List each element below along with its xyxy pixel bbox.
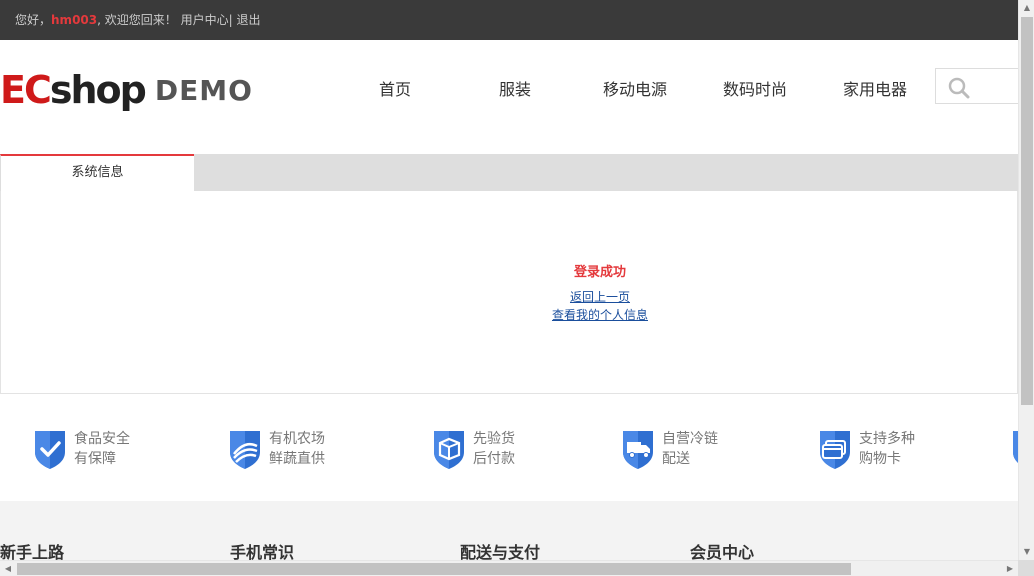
horizontal-scrollbar[interactable]: ◀ ▶	[0, 560, 1018, 576]
logout-link[interactable]: 退出	[236, 13, 260, 27]
scroll-left-icon[interactable]: ◀	[0, 561, 16, 576]
feature-cold-chain: 自营冷链 配送	[621, 428, 718, 470]
feature-line1: 自营冷链	[662, 431, 718, 447]
search-icon[interactable]	[948, 77, 970, 99]
logo-demo: DEMO	[154, 73, 253, 107]
farm-shield-icon	[230, 431, 260, 469]
feature-line2: 有保障	[74, 451, 116, 467]
username: hm003	[51, 13, 98, 27]
main-nav: 首页 服装 移动电源 数码时尚 家用电器	[335, 76, 935, 104]
profile-link[interactable]: 查看我的个人信息	[1, 306, 1034, 323]
greeting-text: 您好，	[15, 13, 52, 27]
tab-bar: 系统信息	[0, 154, 1018, 191]
nav-item-appliances[interactable]: 家用电器	[815, 76, 935, 104]
check-shield-icon	[35, 431, 65, 469]
ecshop-logo[interactable]: EC shop DEMO	[0, 68, 253, 112]
vertical-scrollbar[interactable]: ▲ ▼	[1018, 0, 1034, 560]
message-box: 登录成功 返回上一页 查看我的个人信息	[0, 191, 1018, 394]
feature-shopping-cards: 支持多种 购物卡	[818, 428, 915, 470]
feature-line1: 食品安全	[74, 431, 130, 447]
feature-line1: 先验货	[473, 431, 515, 447]
feature-line2: 配送	[662, 451, 690, 467]
footer: 新手上路 手机常识 配送与支付 会员中心	[0, 501, 1018, 562]
feature-line2: 鲜蔬直供	[269, 451, 325, 467]
scroll-right-icon[interactable]: ▶	[1002, 561, 1018, 576]
tab-system-info[interactable]: 系统信息	[0, 154, 194, 191]
feature-line1: 支持多种	[859, 431, 915, 447]
logo-ec: EC	[0, 68, 52, 112]
nav-item-digital[interactable]: 数码时尚	[695, 76, 815, 104]
nav-item-home[interactable]: 首页	[335, 76, 455, 104]
feature-partial	[1011, 428, 1018, 470]
box-shield-icon	[434, 431, 464, 469]
scroll-up-icon[interactable]: ▲	[1019, 0, 1034, 16]
card-shield-icon	[820, 431, 850, 469]
horizontal-scroll-thumb[interactable]	[17, 563, 851, 575]
vertical-scroll-thumb[interactable]	[1021, 17, 1033, 405]
feature-food-safety: 食品安全 有保障	[33, 428, 130, 470]
scrollbar-corner	[1018, 560, 1034, 576]
header: EC shop DEMO 首页 服装 移动电源 数码时尚 家用电器	[0, 40, 1018, 154]
feature-line2: 购物卡	[859, 451, 901, 467]
nav-item-power-bank[interactable]: 移动电源	[575, 76, 695, 104]
welcome-text: , 欢迎您回来！	[97, 13, 181, 27]
feature-line1: 有机农场	[269, 431, 325, 447]
feature-line2: 后付款	[473, 451, 515, 467]
nav-item-clothing[interactable]: 服装	[455, 76, 575, 104]
feature-inspect-first: 先验货 后付款	[432, 428, 515, 470]
top-bar: 您好，hm003, 欢迎您回来！ 用户中心| 退出	[0, 0, 1018, 40]
search-input[interactable]	[935, 68, 1018, 104]
message-title: 登录成功	[573, 265, 626, 280]
shield-icon	[1013, 431, 1018, 463]
logo-shop: shop	[49, 68, 147, 112]
feature-organic-farm: 有机农场 鲜蔬直供	[228, 428, 325, 470]
user-center-link[interactable]: 用户中心	[181, 13, 229, 27]
service-features: 食品安全 有保障 有机农场 鲜蔬直供 先验货 后付款 自营冷链 配送 支持多种 …	[0, 394, 1018, 501]
back-link[interactable]: 返回上一页	[1, 288, 1034, 305]
truck-shield-icon	[623, 431, 653, 469]
scroll-down-icon[interactable]: ▼	[1019, 544, 1034, 560]
